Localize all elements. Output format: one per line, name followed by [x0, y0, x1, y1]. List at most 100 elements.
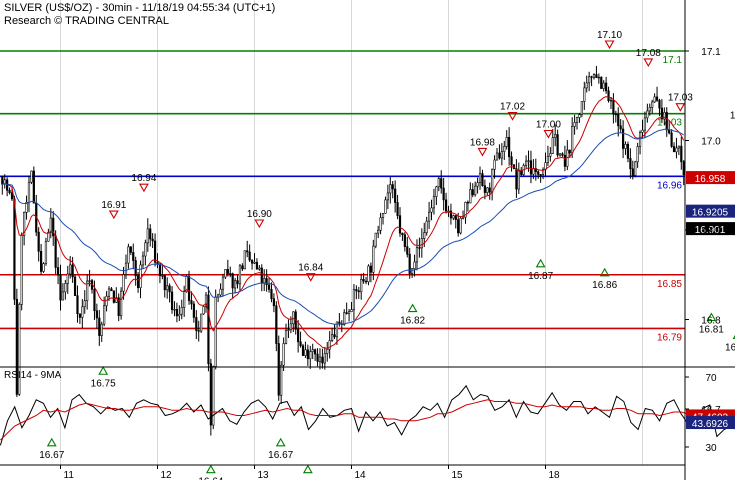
price-candle-body: [260, 267, 263, 284]
price-candle-body: [515, 168, 518, 190]
y-tick-label: 16.9: [701, 226, 721, 237]
price-candle-body: [321, 356, 324, 364]
hidden-price-tag-label: 16.958: [695, 174, 726, 185]
price-candle-body: [44, 240, 48, 264]
price-candle-body: [665, 112, 668, 131]
moving-average-slow: [2, 128, 684, 325]
price-candle-body: [352, 289, 356, 310]
price-candle-body: [8, 189, 11, 194]
price-candle-body: [568, 149, 571, 154]
price-candle-body: [234, 280, 237, 289]
price-candle-body: [505, 137, 508, 147]
price-candle-body: [69, 264, 72, 275]
price-candle-body: [30, 170, 33, 183]
price-candle-body: [122, 274, 125, 292]
price-candle-body: [76, 295, 79, 315]
price-candle-body: [103, 305, 106, 325]
price-candle-body: [651, 101, 654, 108]
price-candle-body: [621, 128, 625, 149]
price-candle-body: [369, 265, 373, 273]
price-candle-body: [231, 273, 234, 289]
price-candle-body: [595, 74, 598, 78]
price-candle-body: [427, 211, 431, 222]
price-candle-body: [284, 330, 288, 344]
price-candle-body: [42, 263, 45, 272]
price-candle-body: [330, 334, 334, 341]
peak-label: 17.02: [500, 102, 525, 113]
price-candle-body: [229, 273, 232, 275]
price-candle-body: [226, 269, 229, 274]
price-candle-body: [180, 307, 183, 315]
peak-label: 16.84: [298, 263, 323, 274]
x-tick-label: 18: [549, 470, 561, 480]
price-candle-body: [200, 313, 203, 332]
price-candle-body: [83, 300, 86, 308]
peak-label: 16.90: [247, 209, 272, 220]
trough-marker: [98, 366, 109, 375]
trough-label: 16.67: [268, 450, 293, 461]
price-candle-body: [137, 275, 140, 289]
price-candle-body: [170, 291, 174, 310]
price-candle-body: [192, 303, 195, 318]
trough-marker: [302, 464, 313, 474]
price-candle-body: [386, 192, 389, 201]
price-candle-body: [134, 260, 137, 277]
price-candle-body: [631, 168, 634, 176]
price-candle-body: [444, 199, 448, 212]
price-candle-body: [607, 90, 610, 102]
price-candle-body: [556, 134, 559, 156]
price-candle-body: [619, 125, 622, 130]
price-candle-body: [183, 291, 186, 308]
level-label: 16.79: [657, 332, 682, 343]
peak-label: 17.03: [668, 93, 693, 104]
price-candle-body: [430, 207, 433, 213]
peak-label: 17.10: [597, 30, 622, 41]
x-tick-label: 14: [355, 470, 367, 480]
price-candle-body: [532, 168, 535, 175]
price-candle-body: [105, 295, 108, 307]
price-candle-body: [221, 276, 225, 290]
price-candle-body: [120, 290, 123, 317]
price-candle-body: [202, 306, 205, 315]
price-candle-body: [209, 363, 212, 426]
price-candle-body: [680, 145, 683, 163]
price-candle-body: [132, 252, 135, 261]
price-candle-body: [224, 269, 227, 278]
peak-label: 17.08: [636, 48, 661, 59]
price-candle-body: [98, 317, 101, 336]
chart-subtitle: Research © TRADING CENTRAL: [4, 15, 169, 27]
price-candle-body: [411, 268, 414, 274]
price-candle-body: [347, 311, 351, 314]
price-candle-body: [333, 334, 336, 338]
price-candle-body: [146, 228, 149, 244]
price-candle-body: [253, 261, 256, 264]
trough-marker: [46, 437, 57, 447]
price-candle-body: [372, 245, 375, 273]
price-candle-body: [588, 76, 591, 84]
price-candle-body: [520, 170, 523, 175]
price-candle-body: [646, 110, 649, 119]
trough-marker: [535, 258, 546, 268]
price-candle-body: [668, 129, 671, 134]
price-candle-body: [600, 76, 603, 89]
price-candle-body: [360, 279, 363, 293]
price-candle-body: [236, 280, 239, 285]
price-candle-body: [396, 202, 399, 216]
price-candle-body: [13, 198, 16, 300]
rsi-y-tick-label: 30: [705, 443, 717, 454]
price-candle-body: [153, 240, 157, 263]
price-candle-body: [270, 289, 273, 299]
price-candle-body: [491, 169, 494, 193]
peak-marker: [108, 210, 119, 220]
price-candle-body: [605, 82, 608, 92]
price-candle-body: [597, 76, 600, 79]
peak-marker: [477, 147, 488, 157]
price-candle-body: [488, 187, 491, 193]
price-candle-body: [267, 284, 271, 290]
price-candle-body: [573, 122, 576, 127]
price-candle-body: [355, 289, 358, 292]
trough-label: 16.67: [39, 450, 64, 461]
price-candle-body: [420, 238, 423, 249]
price-candle-body: [88, 280, 91, 282]
price-candle-body: [469, 189, 472, 204]
